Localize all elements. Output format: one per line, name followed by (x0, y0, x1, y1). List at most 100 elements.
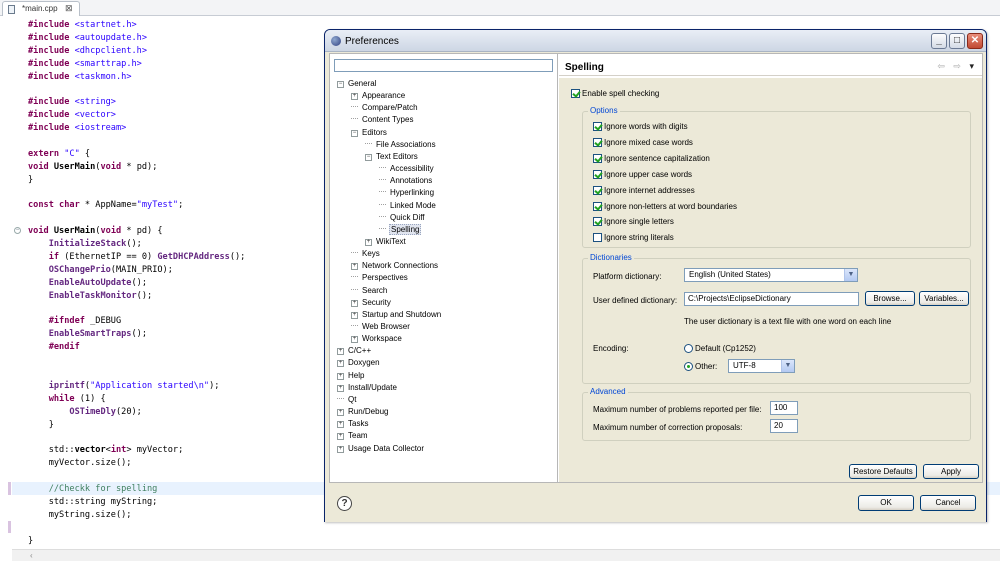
code-line[interactable]: #endif (28, 341, 245, 354)
code-line[interactable] (28, 354, 245, 367)
code-line[interactable]: while (1) { (28, 393, 245, 406)
option-checkbox[interactable]: Ignore mixed case words (593, 137, 693, 148)
code-line[interactable]: InitializeStack(); (28, 238, 245, 251)
code-line[interactable]: #include <smarttrap.h> (28, 58, 245, 71)
expand-toggle-icon[interactable]: + (351, 336, 358, 344)
back-arrow-icon[interactable]: ⇦ (937, 61, 945, 71)
checkbox-box[interactable] (571, 89, 580, 98)
enable-spell-checking-checkbox[interactable]: Enable spell checking (571, 88, 659, 99)
encoding-default-radio[interactable]: Default (Cp1252) (684, 343, 756, 354)
option-checkbox[interactable]: Ignore single letters (593, 216, 674, 227)
tree-item[interactable]: + Network Connections (351, 260, 439, 272)
code-line[interactable]: OSChangePrio(MAIN_PRIO); (28, 264, 245, 277)
code-line[interactable]: #include <autoupdate.h> (28, 32, 245, 45)
encoding-select[interactable]: UTF-8 ▼ (728, 359, 795, 373)
maximize-button[interactable]: □ (949, 33, 965, 49)
expand-toggle-icon[interactable]: − (337, 81, 344, 88)
filter-input[interactable] (334, 59, 553, 72)
expand-toggle-icon[interactable]: − (365, 153, 372, 161)
browse-button[interactable]: Browse... (865, 291, 915, 306)
code-line[interactable]: #include <taskmon.h> (28, 71, 245, 84)
option-checkbox[interactable]: Ignore internet addresses (593, 185, 695, 196)
tree-item[interactable]: Hyperlinking (379, 187, 435, 199)
fold-collapse-icon[interactable]: − (14, 227, 21, 234)
expand-toggle-icon[interactable]: + (337, 445, 344, 453)
tree-item[interactable]: Content Types (351, 114, 414, 126)
code-line[interactable]: #include <startnet.h> (28, 19, 245, 32)
checkbox-box[interactable] (593, 122, 602, 131)
tree-item[interactable]: + Help (337, 370, 365, 382)
help-icon[interactable]: ? (337, 496, 352, 511)
code-line[interactable] (28, 187, 245, 200)
expand-toggle-icon[interactable]: − (351, 129, 358, 137)
code-line[interactable]: iprintf("Application started\n"); (28, 380, 245, 393)
code-line[interactable]: OSTimeDly(20); (28, 406, 245, 419)
tree-item[interactable]: Linked Mode (379, 200, 437, 212)
code-line[interactable] (28, 212, 245, 225)
option-checkbox[interactable]: Ignore non-letters at word boundaries (593, 201, 737, 212)
expand-toggle-icon[interactable]: + (351, 311, 358, 319)
code-line[interactable] (28, 135, 245, 148)
tree-item[interactable]: Accessibility (379, 163, 435, 175)
tree-item[interactable]: − General (337, 78, 377, 90)
code-line[interactable] (28, 470, 245, 483)
expand-toggle-icon[interactable]: + (337, 360, 344, 368)
tree-item[interactable]: + Usage Data Collector (337, 443, 425, 455)
checkbox-box[interactable] (593, 137, 602, 147)
code-line[interactable]: #include <dhcpclient.h> (28, 45, 245, 58)
tree-item[interactable]: + WikiText (365, 236, 407, 248)
forward-arrow-icon[interactable]: ⇨ (953, 61, 961, 71)
tree-item[interactable]: − Text Editors (365, 151, 419, 163)
dialog-titlebar[interactable]: Preferences _ □ ✕ (325, 30, 986, 52)
editor-tab-main-cpp[interactable]: *main.cpp ⊠ (2, 1, 80, 16)
expand-toggle-icon[interactable]: + (351, 93, 358, 101)
tree-item[interactable]: + Appearance (351, 90, 406, 102)
encoding-other-radio[interactable]: Other: (684, 361, 717, 372)
code-line[interactable] (28, 367, 245, 380)
expand-toggle-icon[interactable]: + (337, 372, 344, 380)
close-tab-icon[interactable]: ⊠ (65, 3, 73, 14)
code-line[interactable]: #ifndef _DEBUG (28, 315, 245, 328)
tree-item[interactable]: + Security (351, 297, 392, 309)
max-proposals-field[interactable]: 20 (770, 419, 798, 433)
tree-item[interactable]: + Team (337, 430, 369, 442)
tree-item[interactable]: Qt (337, 394, 357, 406)
expand-toggle-icon[interactable]: + (337, 348, 344, 356)
user-dictionary-field[interactable]: C:\Projects\EclipseDictionary (684, 292, 859, 306)
apply-button[interactable]: Apply (923, 464, 979, 479)
code-line[interactable]: myString.size(); (28, 509, 245, 522)
minimize-button[interactable]: _ (931, 33, 947, 49)
radio-button[interactable] (684, 362, 693, 371)
checkbox-box[interactable] (593, 169, 602, 179)
code-line[interactable]: if (EthernetIP == 0) GetDHCPAddress(); (28, 251, 246, 264)
code-line[interactable] (28, 432, 245, 445)
tree-item[interactable]: + Tasks (337, 418, 369, 430)
chevron-down-icon[interactable]: ▼ (781, 360, 794, 372)
code-line[interactable]: void UserMain(void * pd) { (28, 225, 245, 238)
tree-item[interactable]: Perspectives (351, 272, 409, 284)
tree-item[interactable]: + Run/Debug (337, 406, 389, 418)
tree-item[interactable]: Web Browser (351, 321, 411, 333)
expand-toggle-icon[interactable]: + (337, 433, 344, 441)
code-line[interactable]: extern "C" { (28, 148, 245, 161)
expand-toggle-icon[interactable]: + (351, 299, 358, 307)
tree-item[interactable]: Spelling (379, 223, 422, 236)
tree-item[interactable]: Quick Diff (379, 212, 426, 224)
code-line[interactable] (28, 303, 245, 316)
code-line[interactable]: } (28, 419, 245, 432)
code-line[interactable]: EnableSmartTraps(); (28, 328, 245, 341)
tree-item[interactable]: Keys (351, 248, 381, 260)
tree-item[interactable]: + Workspace (351, 333, 403, 345)
tree-item[interactable]: − Editors (351, 127, 388, 139)
cancel-button[interactable]: Cancel (920, 495, 976, 511)
code-line[interactable]: //Checkk for spelling (28, 483, 245, 496)
code-text[interactable]: #include <startnet.h> #include <autoupdat… (28, 19, 245, 548)
checkbox-box[interactable] (593, 233, 602, 243)
code-line[interactable]: #include <iostream> (28, 122, 245, 135)
tree-item[interactable]: + Doxygen (337, 357, 381, 369)
tree-item[interactable]: Annotations (379, 175, 433, 187)
expand-toggle-icon[interactable]: + (337, 384, 344, 392)
code-line[interactable]: #include <string> (28, 96, 245, 109)
checkbox-box[interactable] (593, 185, 602, 195)
tree-item[interactable]: + C/C++ (337, 345, 372, 357)
